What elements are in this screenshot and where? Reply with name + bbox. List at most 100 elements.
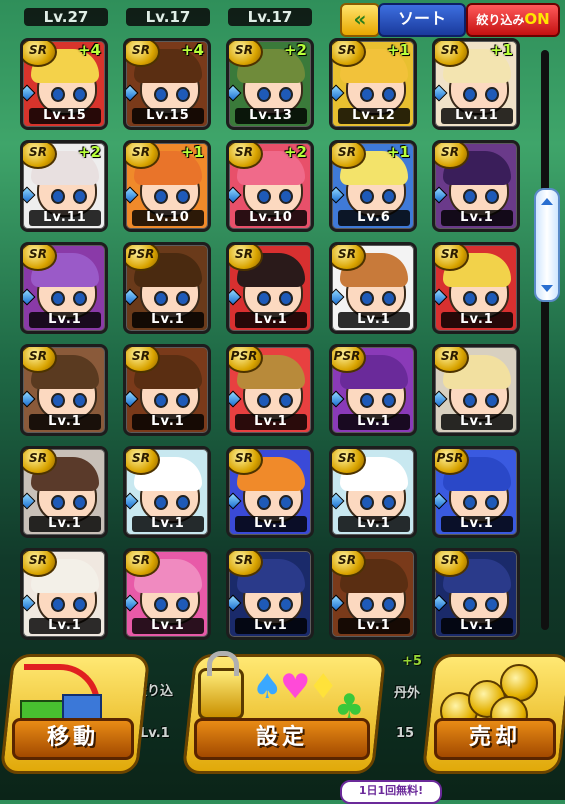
card-level: Lv.1: [132, 312, 204, 328]
character-eye: [485, 189, 499, 204]
character-eye: [360, 291, 374, 306]
card-level: Lv.1: [235, 414, 307, 430]
card-level: Lv.1: [441, 618, 513, 634]
card-level: Lv.15: [29, 108, 101, 124]
limit-break-count: +1: [386, 41, 410, 59]
character-eye: [257, 597, 271, 612]
diamond-icon: [229, 492, 242, 510]
diamond-icon: [435, 186, 448, 204]
diamond-icon: [23, 594, 36, 612]
card-level: Lv.1: [235, 312, 307, 328]
player-card[interactable]: SR +4 Lv.15: [123, 38, 211, 130]
character-eye: [463, 189, 477, 204]
character-eye: [154, 291, 168, 306]
card-level: Lv.1: [338, 312, 410, 328]
card-level: Lv.1: [441, 414, 513, 430]
filter-label: 絞り込み: [476, 13, 525, 27]
player-card[interactable]: SR +2 Lv.11: [20, 140, 108, 232]
character-eye: [485, 393, 499, 408]
character-eye: [73, 189, 87, 204]
card-level: Lv.1: [338, 618, 410, 634]
player-card[interactable]: SR Lv.1: [123, 344, 211, 436]
character-eye: [73, 597, 87, 612]
player-card[interactable]: SR +2 Lv.13: [226, 38, 314, 130]
player-card[interactable]: SR +2 Lv.10: [226, 140, 314, 232]
diamond-icon: [126, 84, 139, 102]
character-eye: [176, 495, 190, 510]
diamond-icon: [126, 186, 139, 204]
player-card[interactable]: SR +1 Lv.11: [432, 38, 520, 130]
back-button[interactable]: «: [340, 3, 380, 37]
player-card[interactable]: SR Lv.1: [226, 548, 314, 640]
player-card[interactable]: SR Lv.1: [123, 548, 211, 640]
player-card[interactable]: SR Lv.1: [20, 242, 108, 334]
character-eye: [73, 495, 87, 510]
sort-button[interactable]: ソート: [378, 3, 466, 37]
move-button[interactable]: 移動: [0, 654, 151, 774]
limit-break-count: +4: [77, 41, 101, 59]
character-eye: [154, 495, 168, 510]
diamond-icon: [23, 288, 36, 306]
player-card[interactable]: PSR Lv.1: [226, 344, 314, 436]
character-eye: [382, 393, 396, 408]
card-level: Lv.13: [235, 108, 307, 124]
player-card[interactable]: SR Lv.1: [123, 446, 211, 538]
player-card[interactable]: SR Lv.1: [432, 548, 520, 640]
character-eye: [485, 291, 499, 306]
card-level: Lv.1: [338, 516, 410, 532]
player-card[interactable]: SR Lv.1: [432, 140, 520, 232]
partial-level: Lv.27: [24, 8, 108, 26]
diamond-icon: [332, 594, 345, 612]
card-level: Lv.1: [338, 414, 410, 430]
character-eye: [154, 189, 168, 204]
player-card[interactable]: SR Lv.1: [329, 446, 417, 538]
character-eye: [279, 495, 293, 510]
card-level: Lv.1: [235, 516, 307, 532]
player-card[interactable]: SR Lv.1: [20, 446, 108, 538]
player-card[interactable]: PSR Lv.1: [329, 344, 417, 436]
player-card[interactable]: SR +4 Lv.15: [20, 38, 108, 130]
player-card[interactable]: PSR Lv.1: [432, 446, 520, 538]
sell-button[interactable]: 売却: [421, 654, 565, 774]
player-card[interactable]: SR Lv.1: [329, 548, 417, 640]
character-eye: [279, 291, 293, 306]
player-card[interactable]: SR Lv.1: [226, 242, 314, 334]
character-eye: [463, 495, 477, 510]
partial-level: Lv.17: [126, 8, 210, 26]
player-card[interactable]: SR +1 Lv.12: [329, 38, 417, 130]
player-card[interactable]: PSR Lv.1: [123, 242, 211, 334]
character-eye: [51, 597, 65, 612]
diamond-icon: [229, 390, 242, 408]
character-eye: [463, 393, 477, 408]
scrollbar-track[interactable]: [541, 50, 549, 630]
character-eye: [463, 597, 477, 612]
character-eye: [382, 87, 396, 102]
character-eye: [463, 87, 477, 102]
diamond-icon: [435, 84, 448, 102]
scroll-up-icon: [541, 198, 553, 205]
peek-number-text: 15: [396, 726, 415, 741]
character-eye: [154, 87, 168, 102]
diamond-icon: [332, 186, 345, 204]
free-daily-badge[interactable]: 1日1回無料!: [340, 780, 442, 804]
player-card[interactable]: SR Lv.1: [20, 548, 108, 640]
player-card[interactable]: SR Lv.1: [226, 446, 314, 538]
diamond-icon: [435, 594, 448, 612]
settings-button-label: 設定: [194, 718, 370, 760]
player-card[interactable]: SR +1 Lv.10: [123, 140, 211, 232]
character-eye: [176, 291, 190, 306]
scrollbar-thumb[interactable]: [534, 188, 560, 302]
card-level: Lv.1: [132, 414, 204, 430]
character-eye: [279, 393, 293, 408]
character-eye: [279, 87, 293, 102]
card-level: Lv.1: [29, 516, 101, 532]
player-card[interactable]: SR Lv.1: [432, 242, 520, 334]
player-card[interactable]: SR +1 Lv.6: [329, 140, 417, 232]
card-level: Lv.10: [235, 210, 307, 226]
player-card[interactable]: SR Lv.1: [329, 242, 417, 334]
player-card[interactable]: SR Lv.1: [20, 344, 108, 436]
diamond-icon: [126, 288, 139, 306]
player-card[interactable]: SR Lv.1: [432, 344, 520, 436]
settings-button[interactable]: ♠ ♥ ♦ ♣ 設定: [181, 651, 387, 774]
filter-button[interactable]: 絞り込みON: [466, 3, 560, 37]
